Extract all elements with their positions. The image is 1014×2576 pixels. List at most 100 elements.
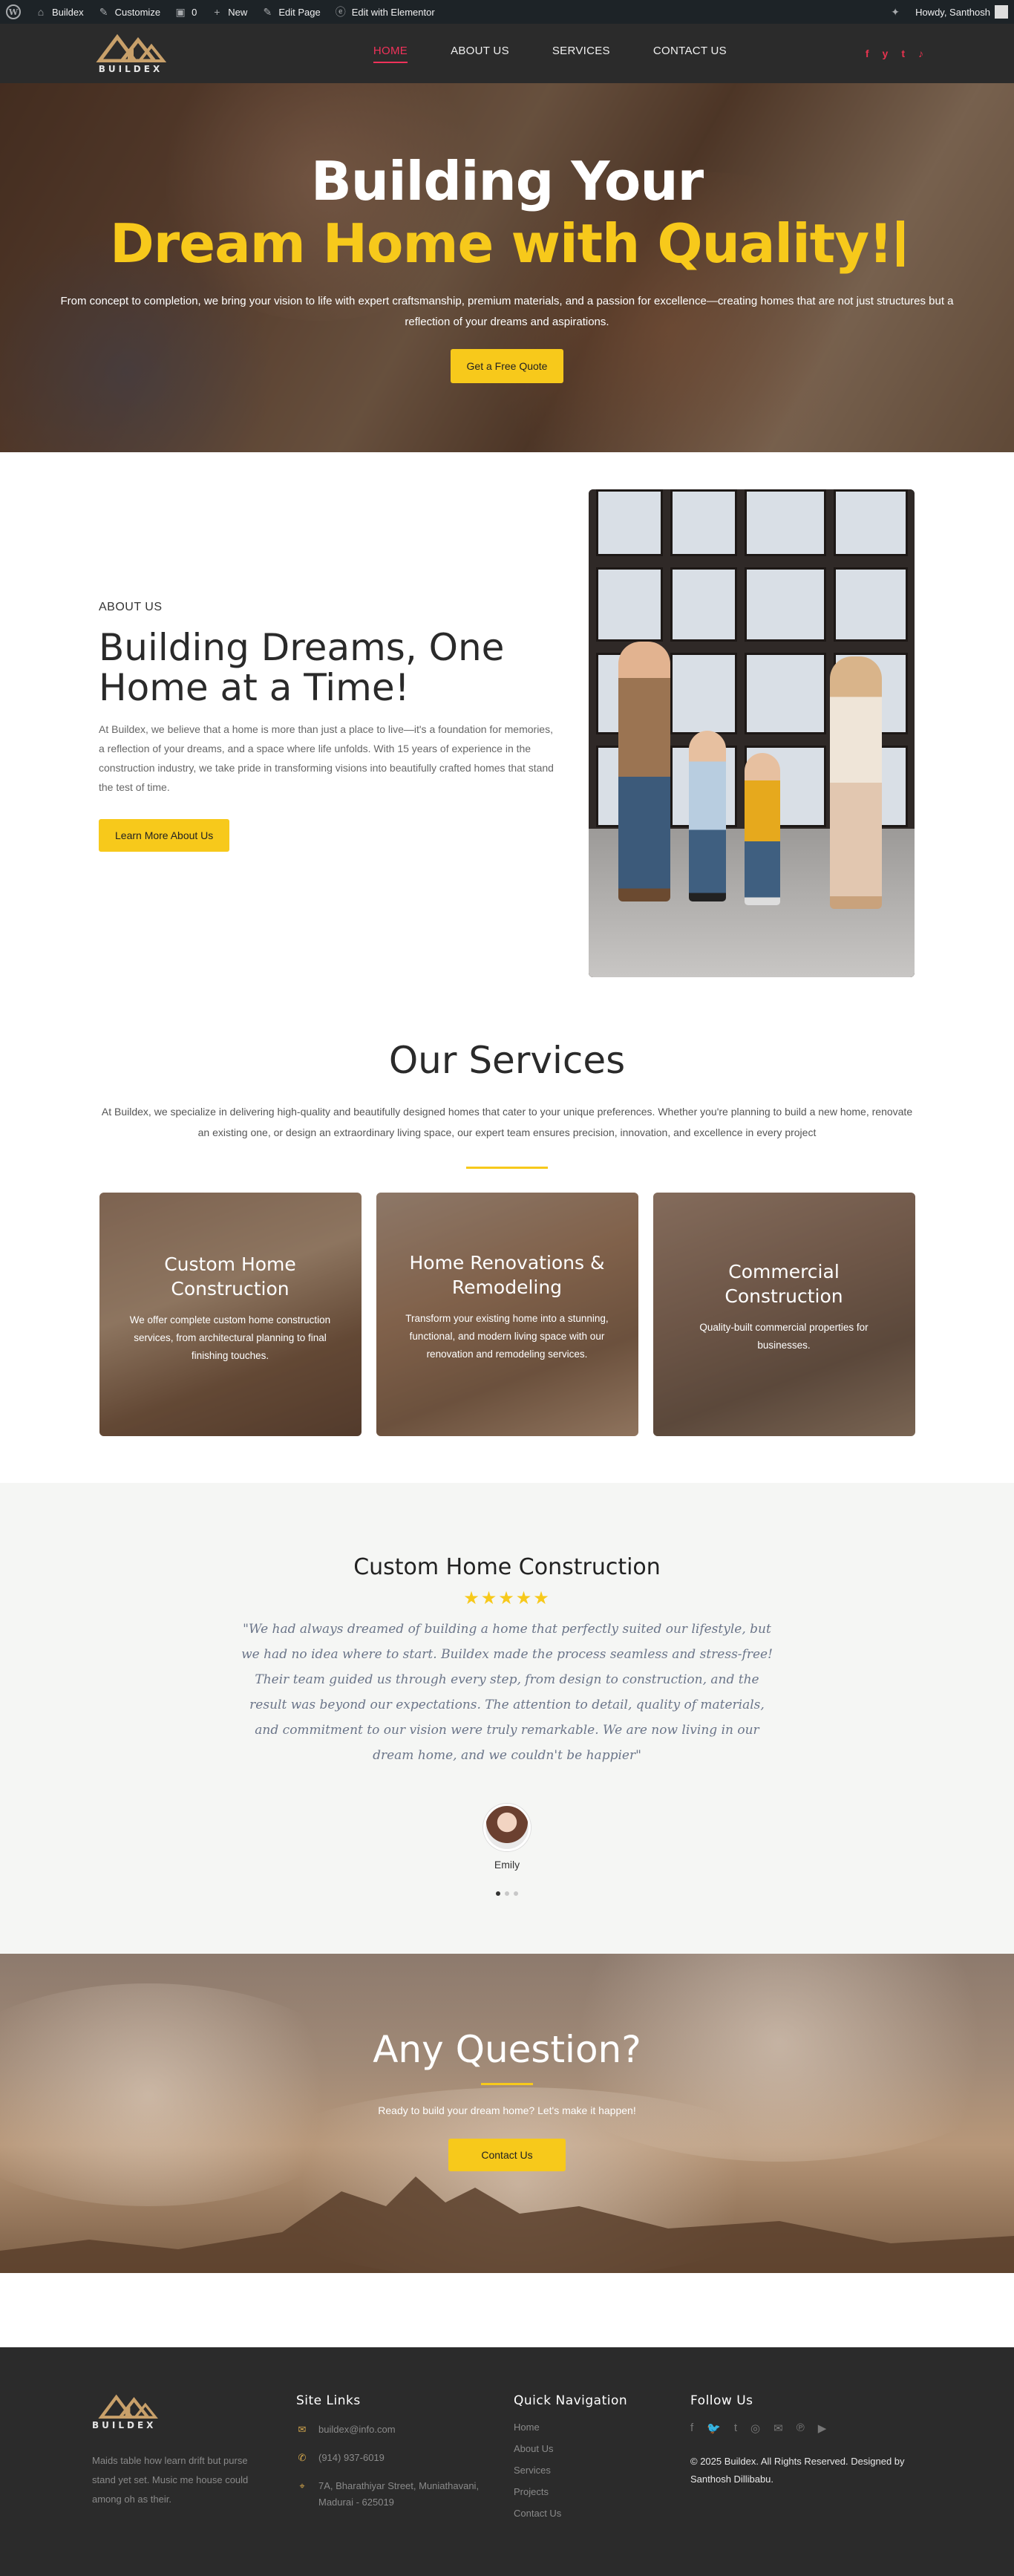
hero-title-line1: Building Your <box>310 150 704 212</box>
site-footer: BUILDEX Maids table how learn drift but … <box>0 2347 1014 2576</box>
card-text: Transform your existing home into a stun… <box>405 1313 609 1360</box>
admin-edit-page[interactable]: ✎ Edit Page <box>261 5 320 19</box>
header-socials: f y t ♪ <box>866 48 923 59</box>
cta-text: Ready to build your dream home? Let's ma… <box>378 2104 636 2116</box>
site-links-title: Site Links <box>296 2393 361 2408</box>
testimonial-quote: "We had always dreamed of building a hom… <box>241 1622 773 1763</box>
facebook-icon[interactable]: f <box>690 2422 693 2435</box>
footer-address-text: 7A, Bharathiyar Street, Muniathavani, Ma… <box>318 2480 480 2508</box>
card-text: We offer complete custom home constructi… <box>129 1314 331 1361</box>
admin-comments[interactable]: ▣ 0 <box>174 5 197 19</box>
services-section: Our Services At Buildex, we specialize i… <box>0 987 1014 1483</box>
facebook-icon[interactable]: f <box>866 48 869 59</box>
section-divider <box>466 1167 548 1169</box>
about-text: ABOUT US Building Dreams, One Home at a … <box>99 489 559 987</box>
envelope-icon: ✉ <box>298 2424 307 2435</box>
nav-home[interactable]: HOME <box>373 45 408 63</box>
father-figure <box>618 642 670 901</box>
footer-logo[interactable]: BUILDEX <box>92 2393 166 2430</box>
service-card-renovation[interactable]: Home Renovations & Remodeling Transform … <box>376 1193 638 1436</box>
admin-comments-count: 0 <box>192 6 197 18</box>
slider-dot[interactable] <box>505 1891 509 1896</box>
learn-more-button[interactable]: Learn More About Us <box>99 819 230 852</box>
card-content: Home Renovations & Remodeling Transform … <box>376 1193 638 1363</box>
admin-elementor-label: Edit with Elementor <box>351 6 435 18</box>
footer-address[interactable]: ⌖ 7A, Bharathiyar Street, Muniathavani, M… <box>296 2478 514 2511</box>
instagram-icon[interactable]: ◎ <box>750 2422 760 2435</box>
about-title: Building Dreams, One Home at a Time! <box>99 626 505 709</box>
footer-link-projects[interactable]: Projects <box>514 2486 690 2497</box>
reviewer-avatar <box>483 1804 531 1851</box>
cta-content: Any Question? Ready to build your dream … <box>0 1954 1014 2171</box>
sparkle-icon[interactable]: ✦ <box>889 5 902 19</box>
logo-roof-icon <box>98 2394 158 2419</box>
testimonial-section: Custom Home Construction ★★★★★ "We had a… <box>0 1483 1014 1954</box>
question-cta-section: Any Question? Ready to build your dream … <box>0 1954 1014 2273</box>
site-logo[interactable]: BUILDEX <box>94 33 168 74</box>
hero-section: Building Your Dream Home with Quality! F… <box>0 83 1014 452</box>
hero-title-line2: Dream Home with Quality! <box>0 212 1014 275</box>
card-title: Home Renovations & Remodeling <box>409 1252 605 1298</box>
elementor-icon: ⓔ <box>335 6 346 18</box>
footer-phone[interactable]: ✆ (914) 937-6019 <box>296 2450 514 2466</box>
slider-dots <box>0 1891 1014 1896</box>
tumblr-icon[interactable]: t <box>734 2422 737 2435</box>
footer-link-home[interactable]: Home <box>514 2422 690 2433</box>
copyright-text: © 2025 Buildex. All Rights Reserved. Des… <box>690 2456 905 2485</box>
pencil-icon: ✎ <box>263 5 272 18</box>
follow-title: Follow Us <box>690 2393 753 2408</box>
mail-icon[interactable]: ✉ <box>773 2422 783 2435</box>
slider-dot[interactable] <box>496 1891 500 1896</box>
footer-site-links: Site Links ✉ buildex@info.com ✆ (914) 937-… <box>296 2393 514 2576</box>
tumblr-icon[interactable]: t <box>901 48 905 59</box>
typing-cursor <box>896 221 904 267</box>
services-intro: At Buildex, we specialize in delivering … <box>101 1106 913 1138</box>
section-spacer <box>0 2273 1014 2347</box>
admin-new-label: New <box>228 6 248 18</box>
cta-title: Any Question? <box>373 2028 641 2071</box>
services-title: Our Services <box>388 1039 626 1082</box>
admin-new[interactable]: + New <box>210 5 247 19</box>
card-title: Custom Home Construction <box>164 1253 296 1300</box>
service-card-commercial[interactable]: Commercial Construction Quality-built co… <box>652 1193 915 1436</box>
tiktok-icon[interactable]: ♪ <box>918 48 923 59</box>
footer-email[interactable]: ✉ buildex@info.com <box>296 2422 514 2438</box>
nav-contact-us[interactable]: CONTACT US <box>653 45 727 63</box>
about-body: At Buildex, we believe that a home is mo… <box>99 723 554 793</box>
service-card-custom-home[interactable]: Custom Home Construction We offer comple… <box>99 1193 362 1436</box>
quick-nav-title: Quick Navigation <box>514 2393 628 2408</box>
youtube-icon[interactable]: ▶ <box>818 2422 827 2435</box>
footer-email-text: buildex@info.com <box>318 2424 396 2435</box>
card-content: Custom Home Construction We offer comple… <box>99 1193 362 1365</box>
card-title: Commercial Construction <box>724 1261 843 1307</box>
main-nav: HOME ABOUT US SERVICES CONTACT US <box>373 45 727 63</box>
contact-us-button[interactable]: Contact Us <box>448 2139 566 2171</box>
hero-title-typed: Dream Home with Quality! <box>110 212 893 275</box>
twitter-icon[interactable]: 🐦 <box>707 2422 721 2435</box>
slider-dot[interactable] <box>514 1891 518 1896</box>
site-header: BUILDEX HOME ABOUT US SERVICES CONTACT U… <box>0 24 1014 83</box>
admin-edit-page-label: Edit Page <box>278 6 321 18</box>
footer-social-icons: f 🐦 t ◎ ✉ ℗ ▶ <box>690 2422 913 2435</box>
admin-site-name[interactable]: ⌂ Buildex <box>34 5 84 19</box>
footer-phone-text: (914) 937-6019 <box>318 2452 385 2463</box>
mother-figure <box>830 656 882 909</box>
child-figure <box>745 753 780 905</box>
about-section: ABOUT US Building Dreams, One Home at a … <box>0 452 1014 987</box>
footer-quick-nav: Quick Navigation Home About Us Services … <box>514 2393 690 2576</box>
footer-link-services[interactable]: Services <box>514 2465 690 2476</box>
nav-services[interactable]: SERVICES <box>552 45 610 63</box>
service-cards: Custom Home Construction We offer comple… <box>0 1193 1014 1436</box>
admin-account[interactable]: Howdy, Santhosh <box>915 5 1008 19</box>
footer-link-contact[interactable]: Contact Us <box>514 2508 690 2519</box>
footer-follow: Follow Us f 🐦 t ◎ ✉ ℗ ▶ © 2025 Buildex. … <box>690 2393 913 2576</box>
nav-about-us[interactable]: ABOUT US <box>451 45 509 63</box>
admin-elementor[interactable]: ⓔ Edit with Elementor <box>334 5 435 19</box>
wordpress-logo-icon[interactable]: W <box>6 4 21 19</box>
admin-customize[interactable]: ✎ Customize <box>97 5 160 19</box>
pinterest-icon[interactable]: ℗ <box>797 2422 805 2435</box>
footer-link-about[interactable]: About Us <box>514 2443 690 2454</box>
free-quote-button[interactable]: Get a Free Quote <box>450 349 564 383</box>
brush-icon: ✎ <box>99 5 108 18</box>
twitter-icon[interactable]: y <box>883 48 889 59</box>
